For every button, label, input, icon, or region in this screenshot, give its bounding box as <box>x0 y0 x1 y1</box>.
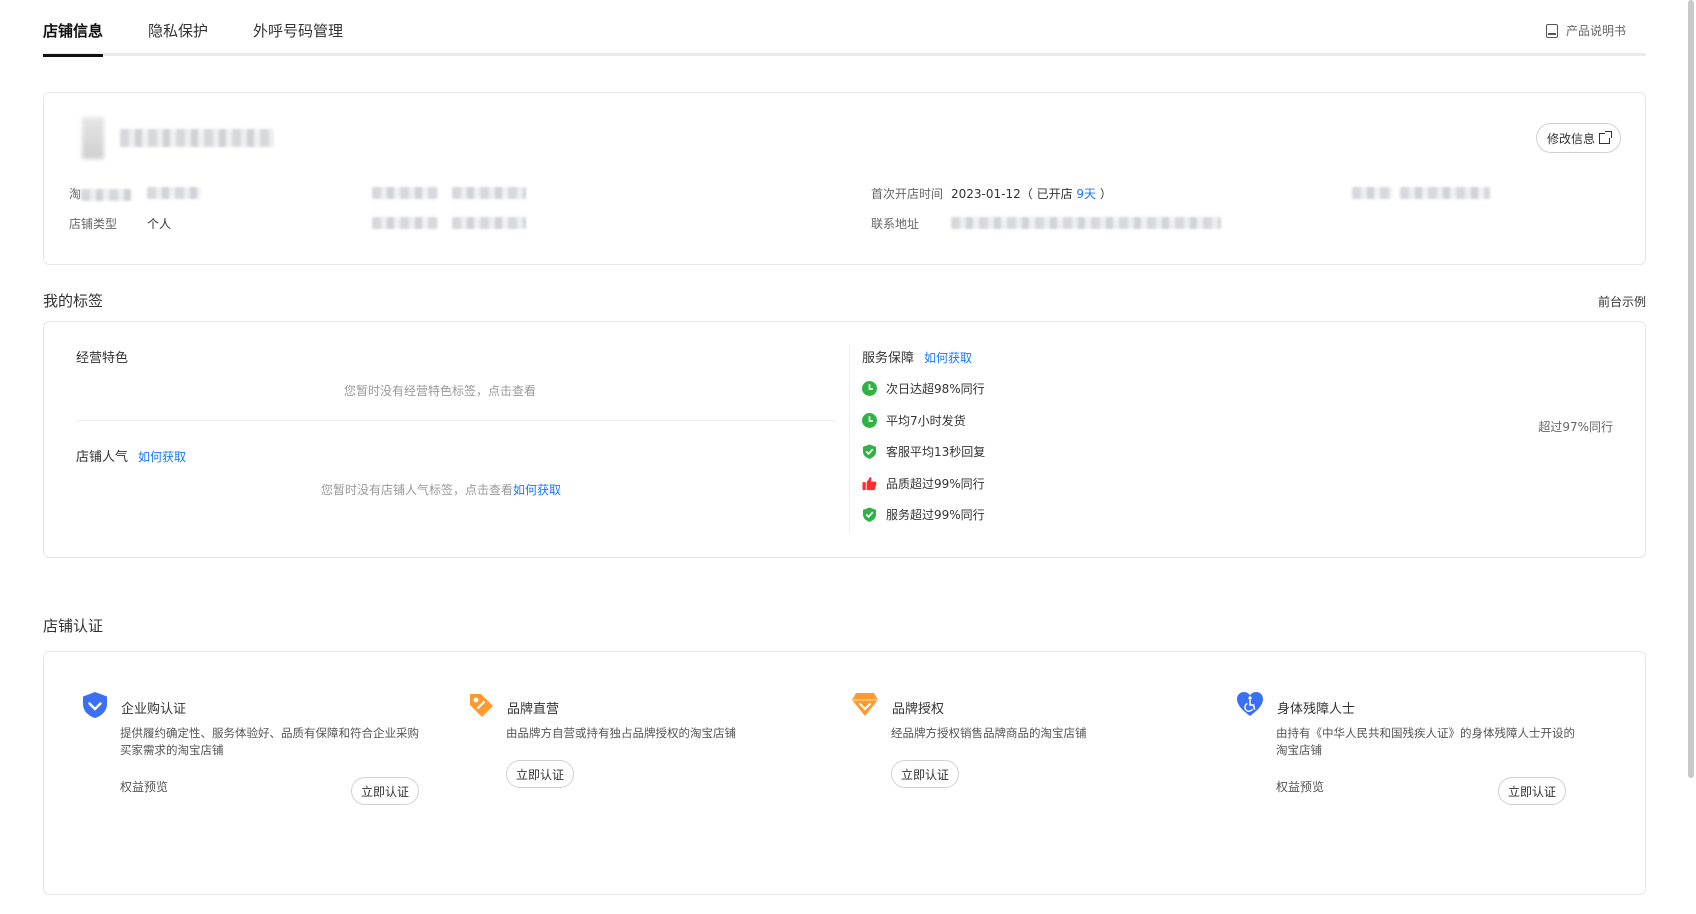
service-item: 客服平均13秒回复 <box>862 443 985 460</box>
store-type-label: 店铺类型 <box>69 217 118 231</box>
popularity-empty-how-link[interactable]: 如何获取 <box>513 483 561 497</box>
popularity-how-link[interactable]: 如何获取 <box>138 450 186 464</box>
tab-outbound-numbers[interactable]: 外呼号码管理 <box>253 20 343 41</box>
tao-label: 淘 <box>69 185 132 202</box>
cert-title-enterprise: 企业购认证 <box>121 702 187 717</box>
store-cert-title: 店铺认证 <box>43 617 104 635</box>
open-time-value: 2023-01-12（ 已开店 9天 ） <box>951 187 1112 201</box>
store-info-card: 修改信息 淘 首次开店时间 2023-01-12（ 已开店 9天 ） 店铺类型 … <box>43 92 1646 265</box>
clock-icon <box>862 413 877 428</box>
cert-apply-button-brand-direct[interactable]: 立即认证 <box>506 760 575 788</box>
business-empty-tip[interactable]: 您暂时没有经营特色标签，点击查看 <box>344 382 536 399</box>
edit-info-button[interactable]: 修改信息 <box>1535 123 1621 153</box>
cert-desc-brand-authorized: 经品牌方授权销售品牌商品的淘宝店铺 <box>891 726 1087 740</box>
cert-apply-button-brand-authorized[interactable]: 立即认证 <box>891 760 960 788</box>
service-guarantee-title: 服务保障 如何获取 <box>862 351 973 366</box>
popularity-title: 店铺人气 如何获取 <box>76 450 187 465</box>
tab-store-info[interactable]: 店铺信息 <box>43 20 104 57</box>
open-time-label: 首次开店时间 <box>871 187 944 201</box>
shield-check-icon <box>862 507 877 522</box>
cert-title-disability: 身体残障人士 <box>1277 702 1356 717</box>
cert-desc-brand-direct: 由品牌方自营或持有独占品牌授权的淘宝店铺 <box>506 726 736 740</box>
enterprise-shield-icon <box>83 692 107 718</box>
cert-apply-button-enterprise[interactable]: 立即认证 <box>351 777 420 805</box>
vertical-divider <box>849 344 850 534</box>
cert-preview-enterprise[interactable]: 权益预览 <box>120 778 168 795</box>
clock-icon <box>862 381 877 396</box>
field-value-redacted <box>452 187 526 199</box>
tao-value-redacted <box>147 187 201 199</box>
my-tags-title: 我的标签 <box>43 292 104 310</box>
cert-desc-enterprise: 提供履约确定性、服务体验好、品质有保障和符合企业采购买家需求的淘宝店铺 <box>120 726 419 757</box>
field-label-redacted <box>1352 187 1392 199</box>
cert-title-brand-authorized: 品牌授权 <box>892 702 945 717</box>
book-icon <box>1545 23 1558 38</box>
shield-check-icon <box>862 444 877 459</box>
popularity-empty-tip: 您暂时没有店铺人气标签，点击查看如何获取 <box>321 483 562 497</box>
edit-info-label: 修改信息 <box>1546 131 1595 146</box>
accessibility-heart-icon <box>1237 692 1263 716</box>
store-logo <box>82 117 104 159</box>
field-value-redacted <box>452 217 526 229</box>
brand-diamond-icon <box>852 693 878 716</box>
service-item: 品质超过99%同行 <box>862 475 985 492</box>
service-item: 次日达超98%同行 <box>862 380 985 397</box>
product-manual-label: 产品说明书 <box>1565 24 1626 38</box>
external-link-icon <box>1599 130 1612 144</box>
address-value-redacted <box>951 217 1221 229</box>
cert-title-brand-direct: 品牌直营 <box>507 702 560 717</box>
business-feature-title: 经营特色 <box>76 351 129 366</box>
brand-tag-icon <box>470 694 493 717</box>
thumb-up-icon <box>862 476 877 491</box>
frontend-example-link[interactable]: 前台示例 <box>1598 293 1646 310</box>
store-type-value: 个人 <box>147 217 172 231</box>
vertical-scrollbar[interactable] <box>1688 0 1694 778</box>
service-item: 服务超过99%同行 <box>862 506 985 523</box>
divider <box>76 420 836 421</box>
my-tags-card: 经营特色 您暂时没有经营特色标签，点击查看 店铺人气 如何获取 您暂时没有店铺人气… <box>43 321 1646 558</box>
service-item: 平均7小时发货 <box>862 412 966 429</box>
field-label-redacted <box>372 187 438 199</box>
store-name-redacted <box>120 129 274 147</box>
cert-apply-button-disability[interactable]: 立即认证 <box>1498 777 1567 805</box>
tab-privacy[interactable]: 隐私保护 <box>148 20 208 41</box>
product-manual-link[interactable]: 产品说明书 <box>1545 22 1626 39</box>
tab-bar: 店铺信息 隐私保护 外呼号码管理 产品说明书 <box>43 12 1646 57</box>
cert-desc-disability: 由持有《中华人民共和国残疾人证》的身体残障人士开设的淘宝店铺 <box>1276 726 1575 757</box>
service-extra-note: 超过97%同行 <box>1538 420 1613 434</box>
service-how-link[interactable]: 如何获取 <box>924 351 972 365</box>
address-label: 联系地址 <box>871 217 920 231</box>
field-label-redacted <box>372 217 438 229</box>
field-value-redacted <box>1400 187 1490 199</box>
store-cert-card: 企业购认证 提供履约确定性、服务体验好、品质有保障和符合企业采购买家需求的淘宝店… <box>43 651 1646 895</box>
cert-preview-disability[interactable]: 权益预览 <box>1276 778 1324 795</box>
